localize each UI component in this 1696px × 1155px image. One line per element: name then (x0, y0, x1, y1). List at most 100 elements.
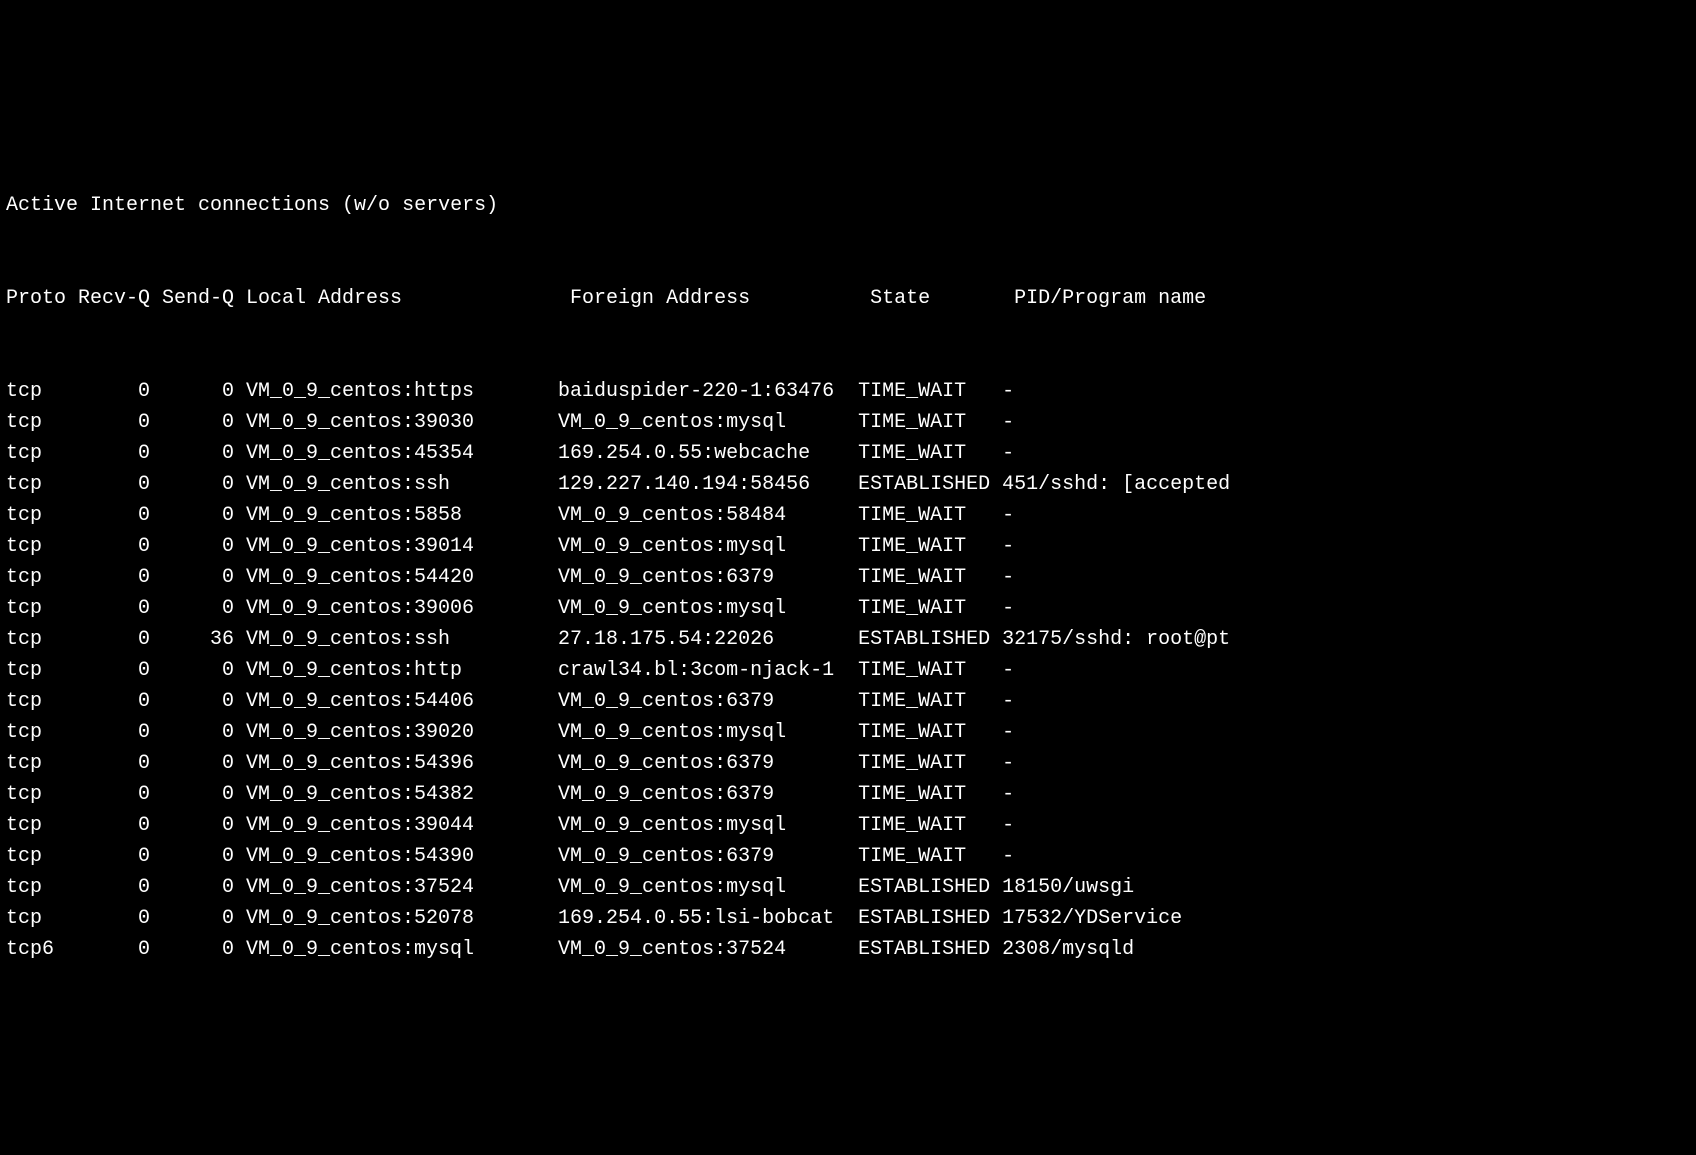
table-row: tcp00VM_0_9_centos:54390VM_0_9_centos:63… (6, 841, 1690, 872)
cell-proto: tcp (6, 531, 78, 562)
cell-foreign-address: VM_0_9_centos:58484 (558, 500, 858, 531)
table-header: ProtoRecv-QSend-QLocal AddressForeign Ad… (6, 283, 1690, 314)
cell-recvq: 0 (78, 903, 150, 934)
cell-program: - (1002, 407, 1014, 438)
table-row: tcp00VM_0_9_centos:45354169.254.0.55:web… (6, 438, 1690, 469)
cell-sendq: 0 (150, 469, 234, 500)
cell-proto: tcp (6, 810, 78, 841)
cell-local-address: VM_0_9_centos:39044 (234, 810, 558, 841)
cell-sendq: 0 (150, 810, 234, 841)
cell-proto: tcp (6, 872, 78, 903)
table-row: tcp600VM_0_9_centos:mysqlVM_0_9_centos:3… (6, 934, 1690, 965)
cell-proto: tcp (6, 438, 78, 469)
cell-recvq: 0 (78, 500, 150, 531)
cell-proto: tcp6 (6, 934, 78, 965)
cell-local-address: VM_0_9_centos:54382 (234, 779, 558, 810)
table-row: tcp00VM_0_9_centos:54396VM_0_9_centos:63… (6, 748, 1690, 779)
cell-proto: tcp (6, 686, 78, 717)
cell-proto: tcp (6, 624, 78, 655)
cell-foreign-address: VM_0_9_centos:6379 (558, 748, 858, 779)
cell-recvq: 0 (78, 562, 150, 593)
cell-sendq: 0 (150, 841, 234, 872)
cell-proto: tcp (6, 748, 78, 779)
cell-local-address: VM_0_9_centos:54390 (234, 841, 558, 872)
cell-foreign-address: 169.254.0.55:lsi-bobcat (558, 903, 858, 934)
cell-sendq: 36 (150, 624, 234, 655)
cell-sendq: 0 (150, 748, 234, 779)
cell-recvq: 0 (78, 841, 150, 872)
cell-proto: tcp (6, 779, 78, 810)
header-recvq: Recv-Q (78, 283, 162, 314)
cell-proto: tcp (6, 469, 78, 500)
table-row: tcp00VM_0_9_centos:5858VM_0_9_centos:584… (6, 500, 1690, 531)
cell-sendq: 0 (150, 500, 234, 531)
table-row: tcp00VM_0_9_centos:39014VM_0_9_centos:my… (6, 531, 1690, 562)
cell-sendq: 0 (150, 562, 234, 593)
table-row: tcp00VM_0_9_centos:39044VM_0_9_centos:my… (6, 810, 1690, 841)
cell-program: - (1002, 593, 1014, 624)
table-row: tcp00VM_0_9_centos:39030VM_0_9_centos:my… (6, 407, 1690, 438)
cell-recvq: 0 (78, 407, 150, 438)
cell-local-address: VM_0_9_centos:37524 (234, 872, 558, 903)
cell-state: ESTABLISHED (858, 903, 1002, 934)
cell-recvq: 0 (78, 376, 150, 407)
cell-local-address: VM_0_9_centos:52078 (234, 903, 558, 934)
cell-local-address: VM_0_9_centos:39014 (234, 531, 558, 562)
cell-program: 451/sshd: [accepted (1002, 469, 1230, 500)
cell-local-address: VM_0_9_centos:54406 (234, 686, 558, 717)
cell-recvq: 0 (78, 531, 150, 562)
cell-foreign-address: VM_0_9_centos:6379 (558, 686, 858, 717)
cell-sendq: 0 (150, 934, 234, 965)
cell-program: - (1002, 748, 1014, 779)
cell-foreign-address: VM_0_9_centos:mysql (558, 810, 858, 841)
cell-recvq: 0 (78, 779, 150, 810)
cell-proto: tcp (6, 717, 78, 748)
cell-sendq: 0 (150, 686, 234, 717)
cell-state: TIME_WAIT (858, 717, 1002, 748)
table-row: tcp00VM_0_9_centos:39006VM_0_9_centos:my… (6, 593, 1690, 624)
cell-state: ESTABLISHED (858, 934, 1002, 965)
cell-local-address: VM_0_9_centos:45354 (234, 438, 558, 469)
header-proto: Proto (6, 283, 78, 314)
cell-foreign-address: VM_0_9_centos:6379 (558, 779, 858, 810)
cell-sendq: 0 (150, 376, 234, 407)
cell-program: - (1002, 841, 1014, 872)
cell-program: - (1002, 500, 1014, 531)
cell-state: TIME_WAIT (858, 438, 1002, 469)
cell-recvq: 0 (78, 872, 150, 903)
cell-state: TIME_WAIT (858, 593, 1002, 624)
cell-state: ESTABLISHED (858, 469, 1002, 500)
cell-state: TIME_WAIT (858, 748, 1002, 779)
cell-state: TIME_WAIT (858, 655, 1002, 686)
table-row: tcp00VM_0_9_centos:54420VM_0_9_centos:63… (6, 562, 1690, 593)
terminal-output: Active Internet connections (w/o servers… (6, 128, 1690, 996)
cell-proto: tcp (6, 593, 78, 624)
cell-foreign-address: VM_0_9_centos:mysql (558, 872, 858, 903)
cell-recvq: 0 (78, 655, 150, 686)
cell-program: - (1002, 438, 1014, 469)
cell-local-address: VM_0_9_centos:http (234, 655, 558, 686)
table-row: tcp036VM_0_9_centos:ssh27.18.175.54:2202… (6, 624, 1690, 655)
cell-sendq: 0 (150, 593, 234, 624)
cell-state: TIME_WAIT (858, 686, 1002, 717)
cell-state: TIME_WAIT (858, 500, 1002, 531)
cell-state: TIME_WAIT (858, 841, 1002, 872)
cell-sendq: 0 (150, 438, 234, 469)
table-row: tcp00VM_0_9_centos:54406VM_0_9_centos:63… (6, 686, 1690, 717)
cell-program: 32175/sshd: root@pt (1002, 624, 1230, 655)
cell-state: TIME_WAIT (858, 376, 1002, 407)
cell-recvq: 0 (78, 469, 150, 500)
cell-recvq: 0 (78, 438, 150, 469)
cell-recvq: 0 (78, 624, 150, 655)
cell-foreign-address: 169.254.0.55:webcache (558, 438, 858, 469)
cell-program: - (1002, 531, 1014, 562)
cell-recvq: 0 (78, 593, 150, 624)
cell-proto: tcp (6, 655, 78, 686)
cell-state: TIME_WAIT (858, 562, 1002, 593)
cell-state: TIME_WAIT (858, 810, 1002, 841)
cell-state: TIME_WAIT (858, 407, 1002, 438)
cell-proto: tcp (6, 500, 78, 531)
cell-foreign-address: VM_0_9_centos:37524 (558, 934, 858, 965)
table-row: tcp00VM_0_9_centos:52078169.254.0.55:lsi… (6, 903, 1690, 934)
cell-local-address: VM_0_9_centos:mysql (234, 934, 558, 965)
